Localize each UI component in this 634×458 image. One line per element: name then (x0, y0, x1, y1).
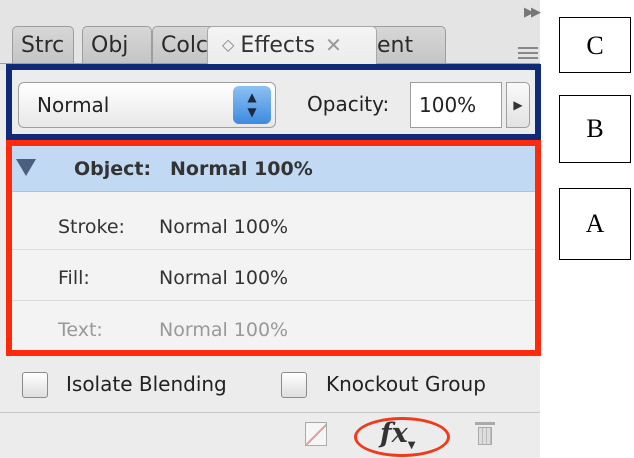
knockout-group-label: Knockout Group (326, 372, 486, 396)
collapse-arrows-icon[interactable]: ▶▶ (524, 4, 541, 20)
tab-object-styles[interactable]: Obj (82, 26, 152, 64)
callout-b-letter: B (586, 114, 604, 143)
tab-diamond-icon: ◇ (222, 35, 235, 54)
callout-a-box: A (559, 188, 631, 260)
panel-menu-icon[interactable] (518, 44, 538, 62)
fx-highlight-circle (354, 417, 450, 457)
close-icon[interactable]: ✕ (325, 33, 342, 57)
tab-object-styles-label: Obj (91, 33, 129, 58)
tab-color-label: Colc (161, 33, 209, 58)
callout-b-box: B (559, 95, 631, 163)
tab-gradient[interactable]: ent (368, 26, 446, 64)
isolate-blending-checkbox[interactable] (22, 372, 48, 398)
knockout-group-checkbox[interactable] (281, 372, 307, 398)
panel-tab-strip: Strc Obj Colc ◇ Effects ✕ ent ▶▶ (0, 0, 541, 70)
callout-c-letter: C (586, 31, 604, 60)
trash-icon[interactable] (475, 422, 495, 445)
tab-stroke[interactable]: Strc (12, 26, 74, 64)
callout-a-frame (6, 140, 541, 356)
clear-effects-icon[interactable] (305, 422, 327, 446)
tab-effects-label: Effects (240, 33, 316, 58)
callout-a-letter: A (585, 209, 605, 238)
bottom-divider (0, 412, 540, 413)
tab-effects[interactable]: ◇ Effects ✕ (207, 26, 377, 64)
callout-c-box: C (559, 17, 631, 73)
tab-gradient-label: ent (377, 33, 414, 58)
isolate-blending-label: Isolate Blending (66, 372, 227, 396)
tab-stroke-label: Strc (21, 33, 65, 58)
callout-b-frame (6, 64, 541, 140)
